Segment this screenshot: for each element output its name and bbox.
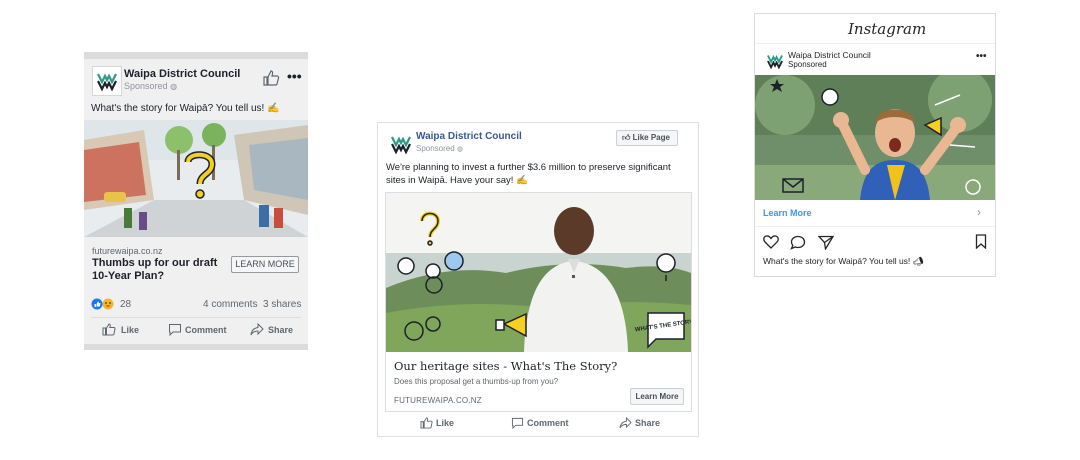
share-label: Share [635,418,661,428]
writing-hand-emoji-icon: ✍ [267,103,280,114]
divider [91,317,301,318]
send-icon[interactable] [818,235,834,250]
page-name[interactable]: Waipa District Council [416,131,522,142]
instagram-ad: Instagram Waipa District Council Sponsor… [754,13,996,277]
page-name[interactable]: Waipa District Council [124,68,240,80]
globe-icon: ◍ [170,82,178,91]
learn-more-button[interactable]: LEARN MORE [231,256,299,273]
comment-icon [168,323,182,336]
top-border [84,52,308,59]
like-label: Like [121,325,140,335]
post-text: We're planning to invest a further $3.6 … [386,161,691,187]
header-divider [755,43,995,44]
share-label: Share [268,325,294,335]
council-logo[interactable] [386,129,416,159]
share-icon [619,417,632,429]
more-options-icon[interactable]: ••• [976,51,987,62]
sponsored-label: Sponsored ◍ [124,81,177,91]
writing-hand-emoji-icon: ✍ [516,175,528,186]
facebook-ad-mobile: Waipa District Council Sponsored ◍ ••• W… [84,52,308,350]
post-text-content: What's the story for Waipā? You tell us! [91,103,265,114]
comment-label: Comment [527,418,569,428]
heart-icon[interactable] [763,235,779,249]
comment-icon [511,417,524,429]
link-domain[interactable]: FUTUREWAIPA.CO.NZ [394,396,482,405]
comments-count[interactable]: 4 comments [203,299,257,310]
council-logo[interactable] [763,49,787,73]
caption-text: What's the story for Waipā? You tell us! [763,256,911,266]
comment-icon[interactable] [790,235,806,250]
more-options-icon[interactable]: ••• [287,68,302,84]
megaphone-icon: 📣︎ [912,256,924,266]
facebook-ad-desktop: Waipa District Council Sponsored ◍ 👍︎ Li… [377,122,699,437]
globe-icon: ◍ [456,146,464,153]
instagram-wordmark: Instagram [848,20,927,38]
learn-more-bar[interactable]: Learn More › [755,200,995,227]
shares-count[interactable]: 3 shares [263,299,301,310]
like-icon [420,417,433,429]
learn-more-button[interactable]: Learn More [630,388,684,405]
post-text-content: We're planning to invest a further $3.6 … [386,162,671,186]
learn-more-link[interactable]: Learn More [763,208,812,218]
link-card[interactable]: WHAT'S THE STORY? Our heritage sites - W… [385,192,692,412]
bottom-border [84,344,308,350]
ad-image-street-illustration[interactable] [84,120,308,237]
post-text: What's the story for Waipā? You tell us!… [91,102,306,115]
ad-image-boy-cheering[interactable] [755,75,995,200]
thumbs-up-icon[interactable] [262,70,280,86]
link-card-text-area[interactable]: Our heritage sites - What's The Story? D… [386,352,691,411]
like-page-button[interactable]: 👍︎ Like Page [616,130,678,146]
sponsored-label: Sponsored [788,60,827,69]
like-page-thumb-icon: 👍︎ [622,133,631,142]
page-name[interactable]: Waipa District Council [788,50,871,60]
share-icon [250,323,264,336]
council-logo[interactable] [92,66,122,96]
sponsored-label: Sponsored ◍ [416,144,463,153]
like-icon [102,323,116,336]
reaction-icons[interactable] [91,298,117,310]
link-headline[interactable]: Our heritage sites - What's The Story? [394,359,617,373]
sponsored-text: Sponsored [124,81,168,91]
caption: What's the story for Waipā? You tell us!… [763,256,923,267]
like-label: Like [436,418,455,428]
link-headline[interactable]: Thumbs up for our draft 10-Year Plan? [92,257,230,283]
like-page-label: Like Page [632,133,670,142]
reactions-count[interactable]: 28 [120,299,131,310]
ad-image-heritage-photo[interactable]: WHAT'S THE STORY? [386,193,691,352]
link-domain[interactable]: futurewaipa.co.nz [92,246,163,256]
chevron-right-icon: › [977,205,981,219]
sponsored-text: Sponsored [416,144,455,153]
link-description: Does this proposal get a thumbs-up from … [394,377,559,386]
comment-label: Comment [185,325,227,335]
bookmark-icon[interactable] [975,234,987,249]
